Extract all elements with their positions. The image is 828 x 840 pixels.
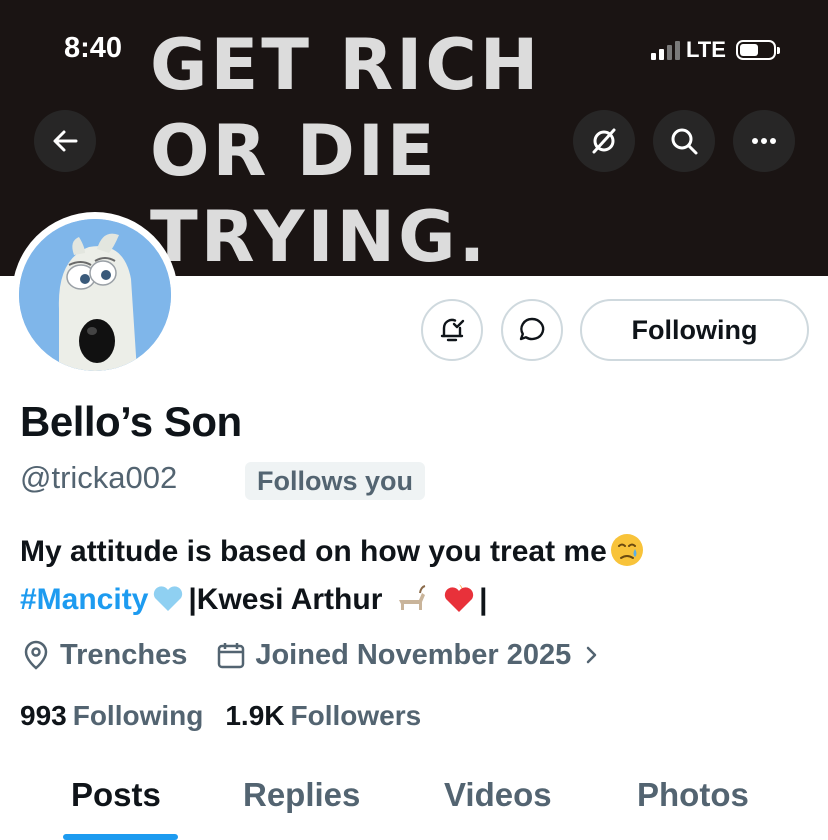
heart-on-fire-icon	[444, 584, 474, 613]
chat-bubble-icon	[519, 317, 545, 341]
followers-label: Followers	[290, 700, 422, 731]
grok-button[interactable]	[573, 110, 635, 172]
banner-line-3: TRYING.	[150, 196, 489, 278]
banner-line-1: GET RICH	[150, 24, 542, 106]
location-item: Trenches	[20, 639, 187, 672]
follow-stats: 993 Following 1.9K Followers	[20, 700, 421, 732]
profile-bio: My attitude is based on how you treat me…	[20, 528, 647, 624]
more-button[interactable]	[733, 110, 795, 172]
following-button[interactable]: Following	[580, 299, 809, 361]
message-button[interactable]	[501, 299, 563, 361]
signal-icon	[651, 40, 680, 60]
battery-icon	[735, 40, 780, 60]
hashtag-link[interactable]: #Mancity	[20, 583, 148, 616]
bio-line-1: My attitude is based on how you treat me	[20, 528, 647, 576]
avatar-ring[interactable]	[12, 212, 178, 378]
tab-photos[interactable]: Photos	[637, 776, 749, 814]
profile-meta: Trenches Joined November 2025	[20, 635, 631, 675]
tab-replies[interactable]: Replies	[243, 776, 360, 814]
status-indicators: LTE	[651, 37, 780, 62]
active-tab-indicator	[63, 834, 178, 840]
follows-you-badge: Follows you	[245, 462, 426, 500]
slashed-circle-icon	[592, 128, 616, 154]
ellipsis-icon	[752, 138, 776, 144]
notify-button[interactable]	[421, 299, 483, 361]
followers-stat[interactable]: 1.9K Followers	[225, 700, 421, 732]
bio-text-end: |	[479, 583, 488, 616]
following-count: 993	[20, 700, 67, 731]
avatar-image	[19, 219, 171, 371]
banner-line-2: OR DIE	[150, 110, 438, 192]
light-blue-heart-icon	[154, 586, 183, 612]
crying-face-icon	[610, 534, 643, 567]
avatar[interactable]	[19, 219, 171, 371]
following-label: Following	[72, 700, 204, 731]
followers-count: 1.9K	[225, 700, 285, 731]
bio-text-2: |Kwesi Arthur	[188, 583, 383, 616]
bio-line-2: #Mancity |Kwesi Arthur |	[20, 576, 647, 624]
banner-text: GET RICH OR DIE TRYING.	[150, 22, 541, 280]
search-icon	[671, 128, 698, 155]
tab-videos[interactable]: Videos	[444, 776, 552, 814]
location-text: Trenches	[60, 638, 188, 671]
location-pin-icon	[24, 640, 48, 670]
joined-text: Joined November 2025	[255, 638, 572, 671]
arrow-left-icon	[53, 130, 78, 152]
back-button[interactable]	[34, 110, 96, 172]
bio-text-1: My attitude is based on how you treat me	[20, 535, 607, 568]
goat-icon	[398, 585, 426, 611]
chevron-right-icon	[587, 646, 597, 664]
calendar-icon	[218, 643, 245, 669]
network-label: LTE	[686, 37, 726, 62]
profile-handle: @tricka002	[20, 460, 178, 495]
profile-tabs: Posts Replies Videos Photos	[0, 770, 828, 840]
search-button[interactable]	[653, 110, 715, 172]
following-stat[interactable]: 993 Following	[20, 700, 203, 732]
bell-check-icon	[440, 318, 465, 342]
joined-item[interactable]: Joined November 2025	[215, 639, 603, 672]
status-time: 8:40	[64, 32, 123, 64]
profile-name: Bello’s Son	[20, 398, 242, 445]
tab-posts[interactable]: Posts	[71, 776, 161, 814]
